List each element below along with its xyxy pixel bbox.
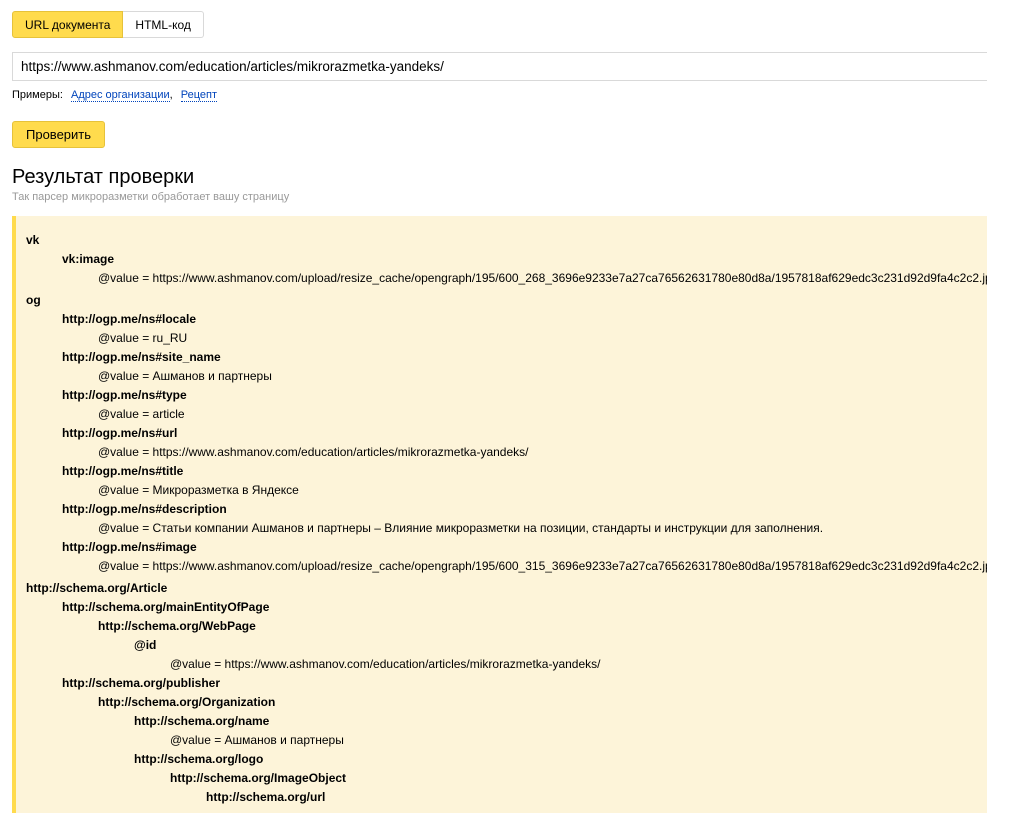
result-key: http://schema.org/Organization bbox=[98, 695, 276, 709]
examples-label: Примеры: bbox=[12, 89, 63, 101]
result-key: http://schema.org/WebPage bbox=[98, 619, 256, 633]
result-key: http://schema.org/url bbox=[206, 790, 326, 804]
result-value: @value = article bbox=[98, 407, 185, 421]
result-value: @value = ru_RU bbox=[98, 331, 188, 345]
result-key: vk bbox=[26, 233, 40, 247]
result-key: @id bbox=[134, 638, 157, 652]
result-key: http://schema.org/publisher bbox=[62, 676, 221, 690]
result-value: @value = https://www.ashmanov.com/educat… bbox=[98, 445, 529, 459]
tab-url[interactable]: URL документа bbox=[12, 11, 124, 38]
result-key: http://ogp.me/ns#image bbox=[62, 540, 197, 554]
result-key: http://schema.org/mainEntityOfPage bbox=[62, 600, 270, 614]
result-title: Результат проверки bbox=[12, 166, 195, 188]
result-key: http://schema.org/Article bbox=[26, 581, 168, 595]
result-key: http://ogp.me/ns#type bbox=[62, 388, 187, 402]
tab-html-code[interactable]: HTML-код bbox=[123, 11, 204, 38]
result-value: @value = https://www.ashmanov.com/upload… bbox=[98, 559, 987, 573]
url-input[interactable] bbox=[12, 52, 987, 81]
result-subtitle: Так парсер микроразметки обработает вашу… bbox=[12, 191, 290, 203]
result-key: http://schema.org/ImageObject bbox=[170, 771, 347, 785]
result-key: vk:image bbox=[62, 252, 115, 266]
result-value: @value = Статьи компании Ашманов и партн… bbox=[98, 521, 824, 535]
input-mode-tabs: URL документа HTML-код bbox=[12, 11, 204, 38]
result-value: @value = Ашманов и партнеры bbox=[98, 369, 272, 383]
result-value: @value = Микроразметка в Яндексе bbox=[98, 483, 299, 497]
result-key: http://ogp.me/ns#site_name bbox=[62, 350, 221, 364]
result-key: http://ogp.me/ns#title bbox=[62, 464, 184, 478]
example-link-organization[interactable]: Адрес организации bbox=[71, 89, 170, 102]
result-key: http://ogp.me/ns#locale bbox=[62, 312, 197, 326]
example-link-recipe[interactable]: Рецепт bbox=[180, 89, 218, 102]
examples-row: Примеры: Адрес организации, Рецепт bbox=[12, 89, 218, 102]
result-tree: vk vk:image @value = https://www.ashmanov.… bbox=[12, 216, 987, 813]
result-value: @value = Ашманов и партнеры bbox=[170, 733, 344, 747]
check-button[interactable]: Проверить bbox=[12, 121, 106, 148]
result-key: og bbox=[26, 293, 41, 307]
result-key: http://ogp.me/ns#url bbox=[62, 426, 178, 440]
result-value: @value = https://www.ashmanov.com/upload… bbox=[98, 271, 987, 285]
result-key: http://schema.org/name bbox=[134, 714, 270, 728]
result-key: http://schema.org/logo bbox=[134, 752, 264, 766]
result-value: @value = https://www.ashmanov.com/educat… bbox=[170, 657, 601, 671]
result-key: http://ogp.me/ns#description bbox=[62, 502, 227, 516]
